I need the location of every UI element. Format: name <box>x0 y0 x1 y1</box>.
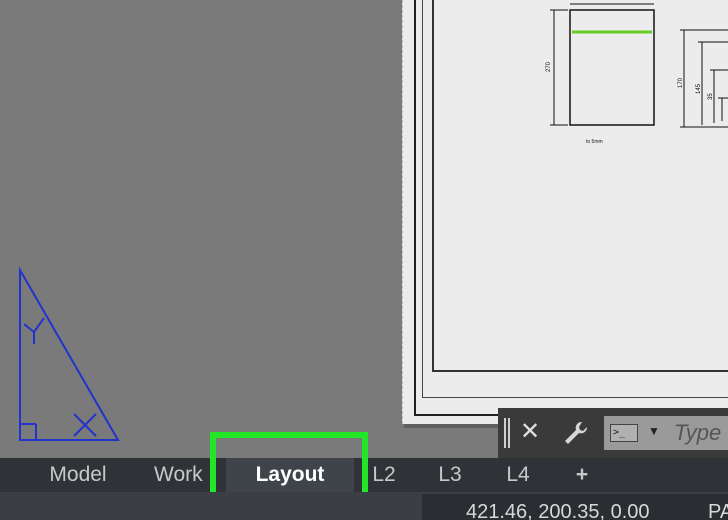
dim-right-label-3: 35 <box>708 93 714 100</box>
status-bar: 421.46, 200.35, 0.00 PA <box>0 492 728 520</box>
command-line-panel: ✕ >_ ▼ <box>498 408 728 458</box>
wrench-icon[interactable] <box>560 418 590 448</box>
dim-bottom-label: to 5mm <box>586 139 603 145</box>
paper-space-toggle[interactable]: PA <box>706 494 728 520</box>
drag-handle-icon[interactable] <box>504 418 512 448</box>
command-input[interactable] <box>674 420 728 446</box>
ucs-icon <box>19 266 120 441</box>
drawn-rectangle <box>569 9 655 126</box>
chevron-down-icon[interactable]: ▼ <box>648 424 660 438</box>
dim-right-label-1: 170 <box>678 77 684 88</box>
dim-right-label-2: 145 <box>696 83 702 94</box>
tab-l2[interactable]: L2 <box>364 458 404 492</box>
tab-l4[interactable]: L4 <box>490 458 546 492</box>
drawing-viewport: 270 to 5mm 170 145 35 <box>546 3 728 145</box>
tab-work[interactable]: Work <box>140 458 212 492</box>
prompt-icon[interactable]: >_ <box>610 424 638 442</box>
tab-l3[interactable]: L3 <box>420 458 480 492</box>
tab-model[interactable]: Model <box>28 458 128 492</box>
close-icon[interactable]: ✕ <box>516 418 544 446</box>
layout-tab-bar: Model Work Layout L2 L3 L4 + <box>0 458 728 492</box>
command-input-area[interactable]: >_ ▼ <box>604 416 728 450</box>
add-layout-button[interactable]: + <box>564 458 600 492</box>
coordinates-readout[interactable]: 421.46, 200.35, 0.00 <box>422 494 712 520</box>
dim-left-label: 270 <box>546 61 552 72</box>
tab-layout[interactable]: Layout <box>226 458 354 492</box>
